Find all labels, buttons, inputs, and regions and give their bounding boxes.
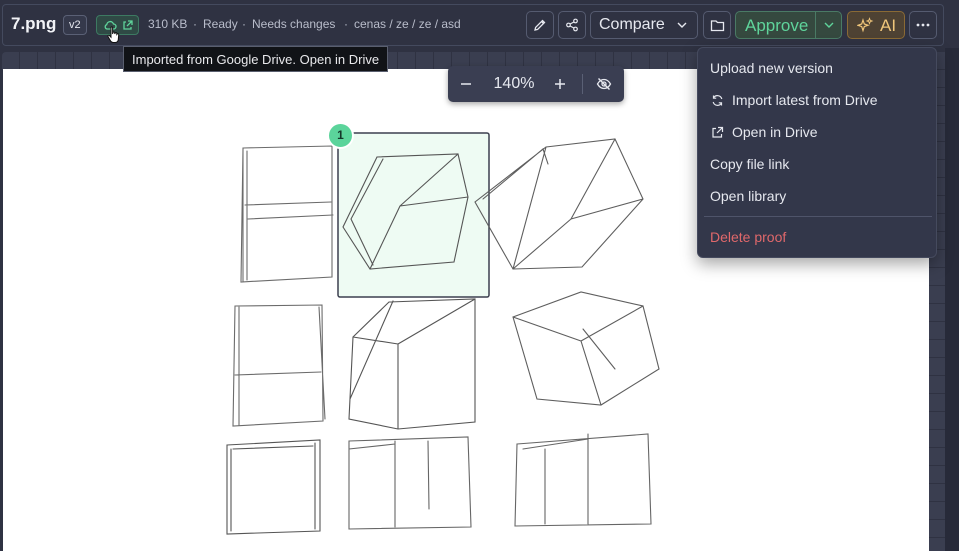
folder-icon — [710, 19, 724, 31]
menu-item-open-in-drive[interactable]: Open in Drive — [732, 124, 818, 140]
menu-item-open-library[interactable]: Open library — [710, 188, 786, 204]
refresh-icon — [712, 95, 723, 106]
compare-label: Compare — [599, 16, 665, 33]
more-options-button[interactable] — [909, 11, 937, 39]
more-options-menu: Upload new version Import latest from Dr… — [697, 47, 937, 258]
pencil-icon — [534, 19, 546, 31]
external-link-icon — [712, 126, 724, 138]
separator-dot: · — [344, 17, 348, 31]
approve-menu-chevron-icon[interactable] — [824, 21, 834, 29]
share-button[interactable] — [558, 11, 586, 39]
file-size: 310 KB — [148, 17, 188, 31]
sparkles-icon — [857, 17, 874, 33]
menu-item-delete-proof[interactable]: Delete proof — [710, 229, 786, 245]
zoom-in-icon[interactable] — [554, 78, 566, 90]
approve-divider — [815, 12, 816, 38]
compare-button[interactable]: Compare — [590, 11, 698, 39]
file-name: 7.png — [11, 14, 57, 33]
version-badge[interactable]: v2 — [63, 15, 87, 35]
separator-dot: · — [193, 17, 197, 31]
share-icon — [566, 18, 578, 32]
more-horizontal-icon — [916, 23, 930, 27]
zoom-divider — [582, 74, 583, 94]
review-state: Needs changes — [252, 17, 336, 31]
ai-label: AI — [880, 16, 897, 35]
external-link-icon — [123, 20, 133, 30]
zoom-toolbar: 140% — [448, 66, 624, 102]
approve-label: Approve — [745, 16, 809, 35]
zoom-level: 140% — [493, 75, 535, 92]
side-scroll-track[interactable] — [945, 48, 959, 551]
separator-dot: · — [242, 17, 246, 31]
annotation-pin[interactable]: 1 — [327, 122, 354, 149]
zoom-out-icon[interactable] — [460, 78, 472, 90]
hide-annotations-icon[interactable] — [596, 76, 612, 92]
approve-button[interactable]: Approve — [735, 11, 842, 39]
menu-divider — [704, 216, 932, 217]
drive-tooltip: Imported from Google Drive. Open in Driv… — [123, 46, 389, 72]
folder-path[interactable]: cenas / ze / ze / asd — [354, 17, 461, 31]
annotation-selection — [337, 132, 490, 298]
top-bar: 7.png v2 310 KB · Ready · Needs changes … — [0, 0, 959, 48]
annotate-button[interactable] — [526, 11, 554, 39]
menu-item-copy-file-link[interactable]: Copy file link — [710, 156, 789, 172]
menu-item-upload-new-version[interactable]: Upload new version — [710, 60, 833, 76]
menu-item-import-latest[interactable]: Import latest from Drive — [732, 92, 877, 108]
ai-button[interactable]: AI — [847, 11, 905, 39]
chevron-down-icon — [677, 22, 687, 28]
file-status: Ready — [203, 17, 238, 31]
library-button[interactable] — [703, 11, 731, 39]
pointer-cursor-icon — [107, 26, 120, 43]
